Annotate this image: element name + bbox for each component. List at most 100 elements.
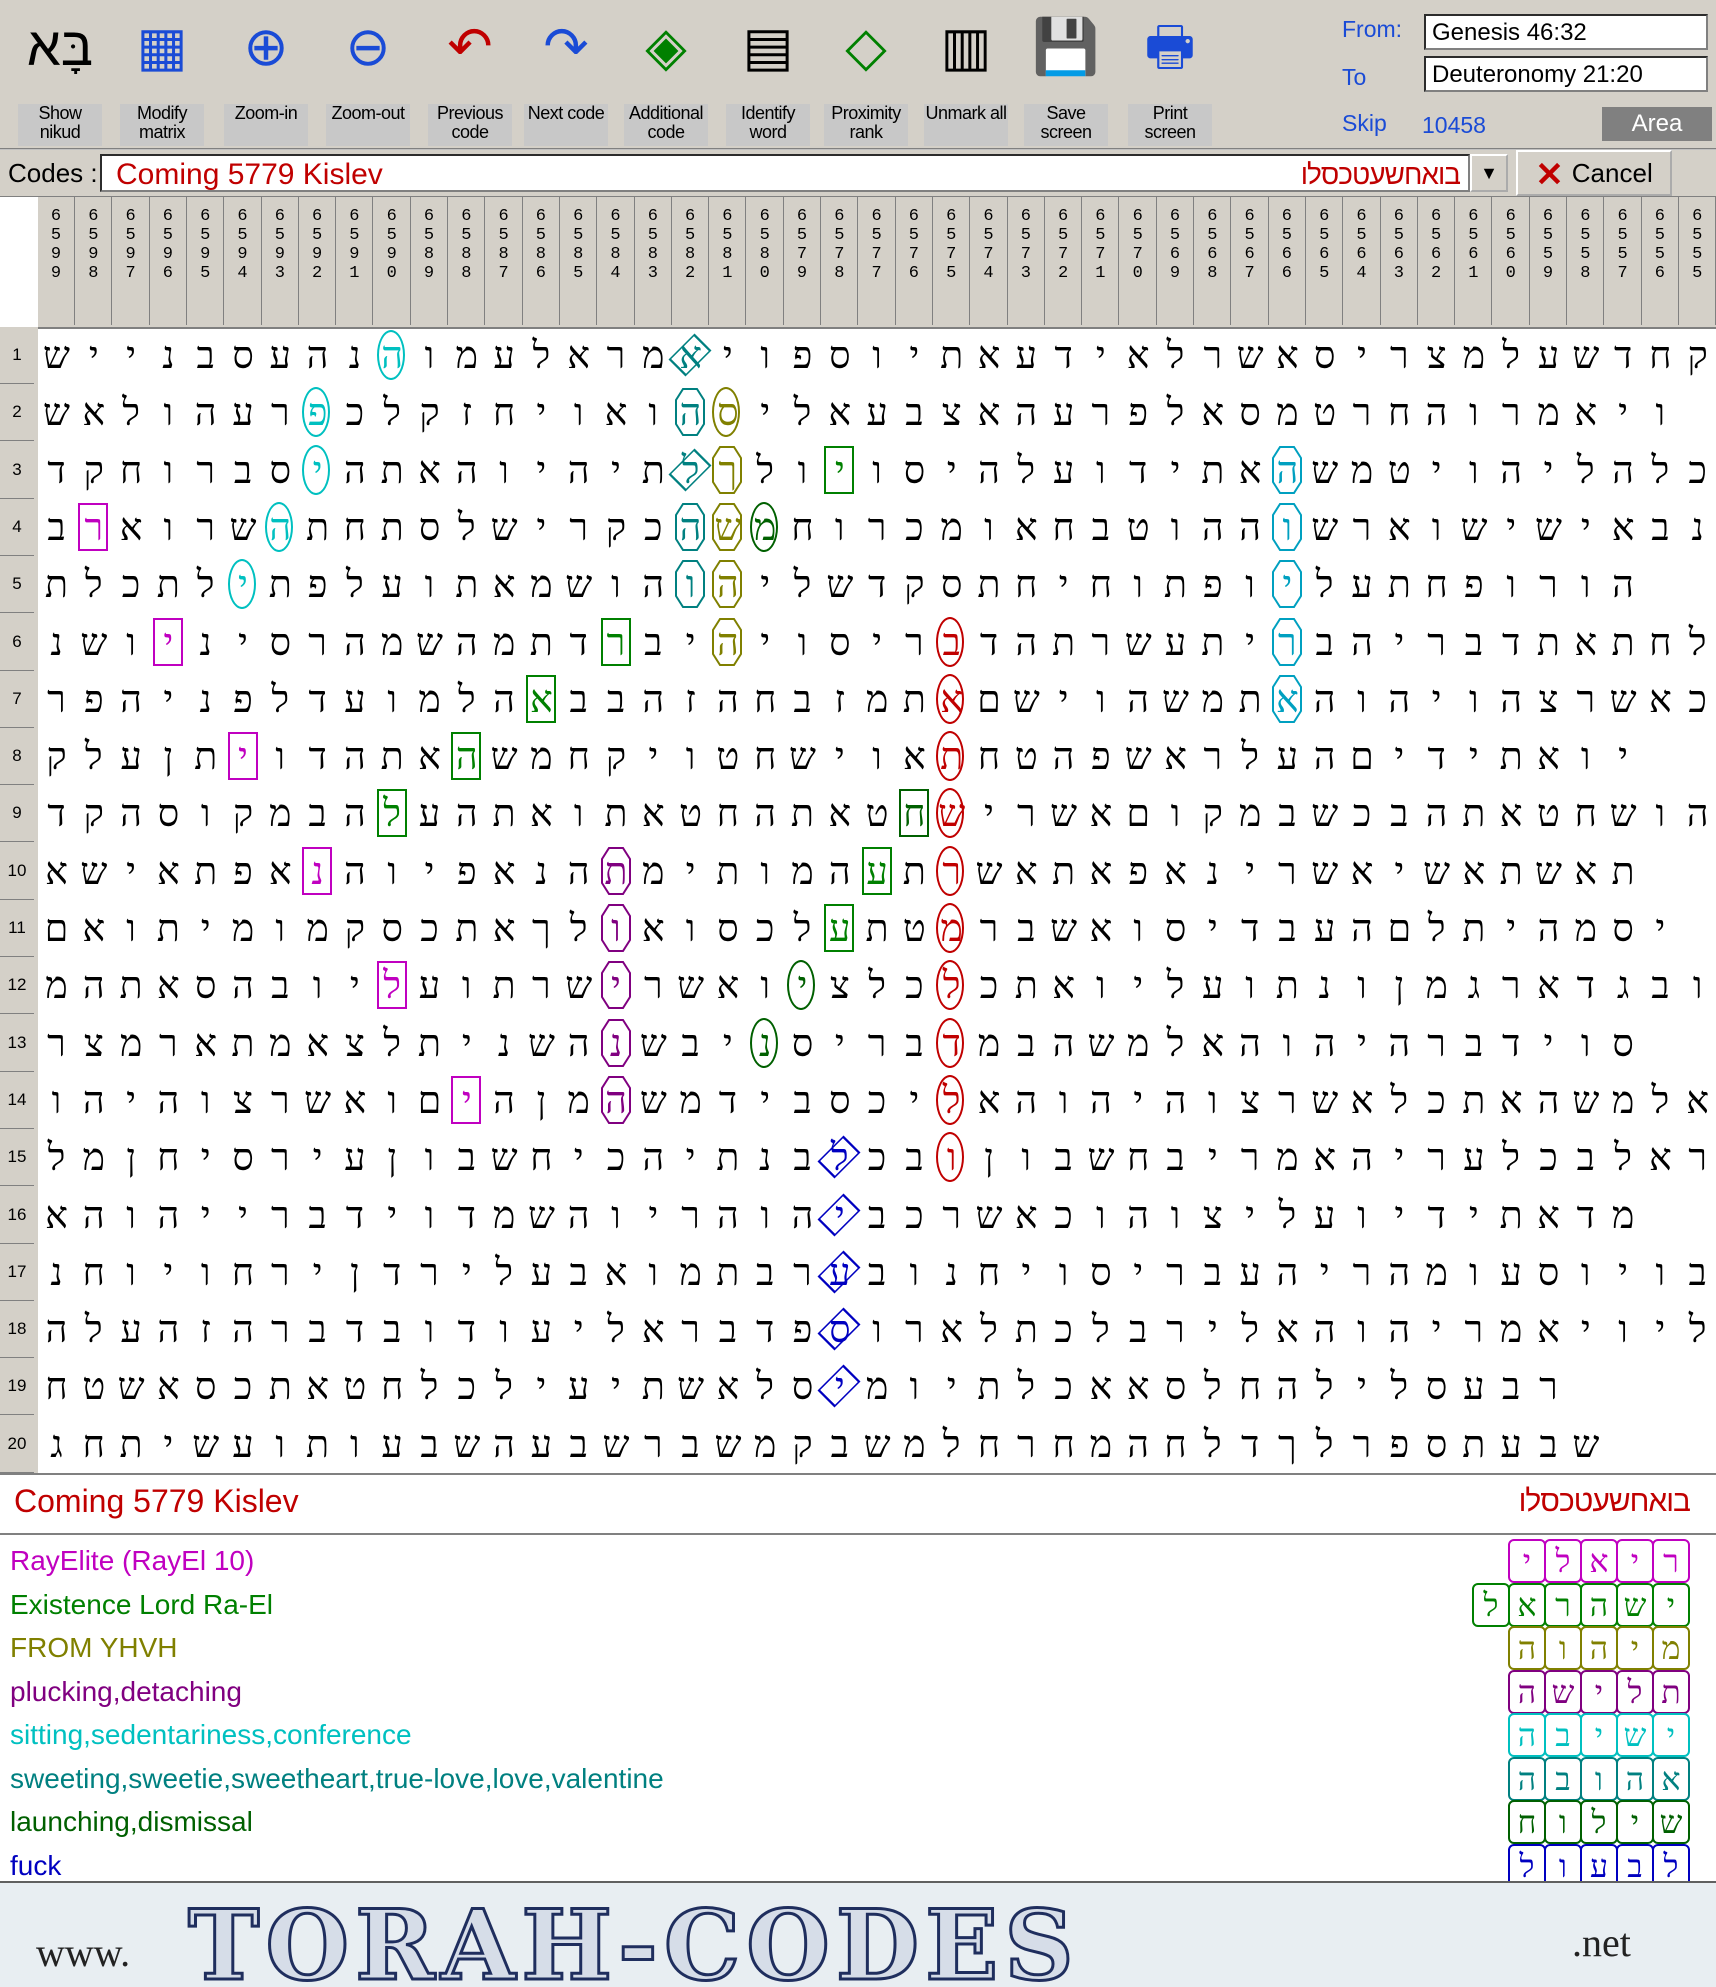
matrix-cell[interactable]: ה (709, 671, 746, 728)
matrix-cell[interactable]: ר (1269, 843, 1306, 900)
matrix-cell[interactable]: ל (374, 957, 411, 1014)
matrix-cell[interactable]: ו (113, 900, 150, 957)
matrix-cell[interactable]: א (486, 556, 523, 613)
matrix-cell[interactable]: ע (523, 1244, 560, 1301)
matrix-cell[interactable]: ת (1455, 785, 1492, 842)
matrix-cell[interactable]: ד (1493, 614, 1530, 671)
matrix-cell[interactable]: א (411, 728, 448, 785)
matrix-cell[interactable]: א (1082, 785, 1119, 842)
matrix-cell[interactable]: ה (672, 384, 709, 441)
matrix-cell[interactable]: ש (523, 1015, 560, 1072)
matrix-cell[interactable]: א (971, 384, 1008, 441)
matrix-cell[interactable]: ב (1194, 1244, 1231, 1301)
previous-code-button[interactable]: ↶ Previous code (424, 8, 516, 146)
matrix-cell[interactable]: ר (262, 1072, 299, 1129)
matrix-cell[interactable]: ו (1045, 1072, 1082, 1129)
matrix-cell[interactable]: א (1679, 1072, 1716, 1129)
matrix-cell[interactable]: י (1344, 327, 1381, 384)
matrix-cell[interactable]: ל (75, 556, 112, 613)
matrix-cell[interactable]: ה (1045, 1015, 1082, 1072)
matrix-cell[interactable]: ר (1418, 1129, 1455, 1186)
matrix-cell[interactable]: ר (1493, 957, 1530, 1014)
matrix-cell[interactable]: מ (672, 1072, 709, 1129)
matrix-cell[interactable]: ם (1344, 728, 1381, 785)
matrix-cell[interactable]: ש (598, 1416, 635, 1473)
matrix-cell[interactable]: ר (672, 1187, 709, 1244)
matrix-cell[interactable]: ב (1493, 1358, 1530, 1415)
matrix-cell[interactable]: ל (523, 327, 560, 384)
matrix-cell[interactable]: י (1194, 1129, 1231, 1186)
matrix-cell[interactable]: ו (1045, 1244, 1082, 1301)
matrix-cell[interactable]: א (1642, 1129, 1679, 1186)
matrix-cell[interactable]: י (150, 1244, 187, 1301)
matrix-cell[interactable]: ו (374, 1072, 411, 1129)
matrix-cell[interactable]: י (299, 442, 336, 499)
matrix-cell[interactable]: ן (150, 728, 187, 785)
matrix-cell[interactable]: א (150, 957, 187, 1014)
matrix-cell[interactable]: ו (262, 728, 299, 785)
matrix-cell[interactable]: ר (1157, 1244, 1194, 1301)
matrix-cell[interactable]: ק (38, 728, 75, 785)
matrix-cell[interactable]: ש (635, 1072, 672, 1129)
matrix-cell[interactable]: ל (1567, 442, 1604, 499)
matrix-cell[interactable]: ה (150, 1072, 187, 1129)
matrix-cell[interactable]: ב (747, 1244, 784, 1301)
matrix-cell[interactable]: ת (187, 728, 224, 785)
matrix-cell[interactable]: ו (1008, 1129, 1045, 1186)
matrix-cell[interactable]: ת (1045, 614, 1082, 671)
matrix-cell[interactable]: ע (523, 1416, 560, 1473)
matrix-cell[interactable]: ש (709, 499, 746, 556)
matrix-cell[interactable]: פ (784, 327, 821, 384)
matrix-cell[interactable]: ר (598, 614, 635, 671)
matrix-cell[interactable]: א (1194, 384, 1231, 441)
matrix-cell[interactable]: ה (1045, 728, 1082, 785)
matrix-cell[interactable]: ק (75, 442, 112, 499)
matrix-cell[interactable]: פ (225, 671, 262, 728)
matrix-cell[interactable]: ס (411, 499, 448, 556)
matrix-cell[interactable]: א (1344, 843, 1381, 900)
matrix-cell[interactable]: ה (150, 1301, 187, 1358)
matrix-cell[interactable]: א (635, 785, 672, 842)
matrix-cell[interactable]: ה (262, 499, 299, 556)
matrix-cell[interactable]: א (1008, 1187, 1045, 1244)
matrix-cell[interactable]: ו (486, 1301, 523, 1358)
matrix-cell[interactable]: מ (1194, 671, 1231, 728)
matrix-cell[interactable]: י (1232, 843, 1269, 900)
matrix-cell[interactable]: ב (784, 1072, 821, 1129)
matrix-cell[interactable]: ה (486, 671, 523, 728)
matrix-cell[interactable]: א (262, 843, 299, 900)
matrix-cell[interactable]: ר (1455, 1301, 1492, 1358)
matrix-cell[interactable]: י (598, 442, 635, 499)
matrix-cell[interactable]: ל (1157, 327, 1194, 384)
matrix-cell[interactable]: ר (38, 671, 75, 728)
matrix-cell[interactable]: י (1381, 1129, 1418, 1186)
matrix-cell[interactable]: מ (1082, 1416, 1119, 1473)
matrix-cell[interactable]: ס (1530, 1244, 1567, 1301)
matrix-cell[interactable]: ל (784, 556, 821, 613)
matrix-cell[interactable]: ד (933, 1015, 970, 1072)
matrix-cell[interactable]: ל (1306, 1416, 1343, 1473)
matrix-cell[interactable]: ש (113, 1358, 150, 1415)
matrix-cell[interactable]: א (709, 1358, 746, 1415)
matrix-cell[interactable]: כ (747, 900, 784, 957)
matrix-cell[interactable]: ש (1567, 1416, 1604, 1473)
matrix-cell[interactable]: ב (560, 1416, 597, 1473)
matrix-cell[interactable]: ו (187, 785, 224, 842)
matrix-cell[interactable]: ש (859, 1416, 896, 1473)
matrix-cell[interactable]: ה (448, 614, 485, 671)
matrix-cell[interactable]: י (448, 1072, 485, 1129)
matrix-cell[interactable]: א (1157, 728, 1194, 785)
matrix-cell[interactable]: ר (859, 499, 896, 556)
matrix-cell[interactable]: ה (75, 1187, 112, 1244)
matrix-cell[interactable]: ש (672, 1358, 709, 1415)
matrix-cell[interactable]: ק (75, 785, 112, 842)
matrix-cell[interactable]: ש (1418, 843, 1455, 900)
matrix-cell[interactable]: י (225, 728, 262, 785)
matrix-cell[interactable]: מ (1120, 1015, 1157, 1072)
matrix-cell[interactable]: ל (75, 728, 112, 785)
matrix-cell[interactable]: י (1493, 900, 1530, 957)
matrix-cell[interactable]: א (1082, 1358, 1119, 1415)
matrix-cell[interactable]: ת (1008, 957, 1045, 1014)
matrix-cell[interactable]: ב (672, 1416, 709, 1473)
matrix-cell[interactable]: ר (187, 499, 224, 556)
